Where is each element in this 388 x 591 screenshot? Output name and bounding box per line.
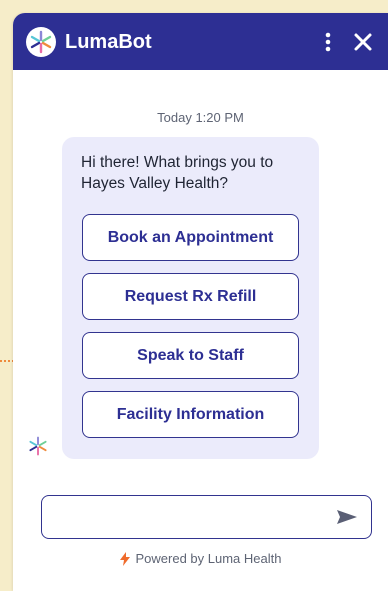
luma-logo-icon	[26, 27, 56, 57]
powered-by-footer: Powered by Luma Health	[13, 551, 388, 567]
option-book-appointment-button[interactable]: Book an Appointment	[82, 214, 299, 261]
more-vertical-icon	[325, 32, 331, 52]
bot-avatar-icon	[27, 435, 49, 457]
message-input[interactable]	[52, 504, 322, 530]
option-facility-information-button[interactable]: Facility Information	[82, 391, 299, 438]
close-button[interactable]	[348, 27, 378, 57]
page-background: LumaBot Today 1:20 PM Hi there! What bri…	[0, 0, 388, 591]
option-speak-to-staff-button[interactable]: Speak to Staff	[82, 332, 299, 379]
chat-header: LumaBot	[13, 13, 388, 70]
bot-message-text: Hi there! What brings you to Hayes Valle…	[81, 154, 274, 192]
option-request-rx-refill-button[interactable]: Request Rx Refill	[82, 273, 299, 320]
more-options-button[interactable]	[313, 27, 343, 57]
chat-widget: LumaBot Today 1:20 PM Hi there! What bri…	[13, 13, 388, 591]
message-input-box[interactable]	[41, 495, 372, 539]
chat-title: LumaBot	[65, 31, 152, 53]
close-icon	[354, 33, 372, 51]
send-button[interactable]	[335, 506, 359, 528]
message-timestamp: Today 1:20 PM	[157, 110, 244, 125]
lightning-bolt-icon	[119, 552, 130, 566]
send-icon	[337, 510, 357, 524]
powered-by-text: Powered by Luma Health	[135, 551, 282, 566]
bot-message-bubble: Hi there! What brings you to Hayes Valle…	[62, 137, 319, 459]
